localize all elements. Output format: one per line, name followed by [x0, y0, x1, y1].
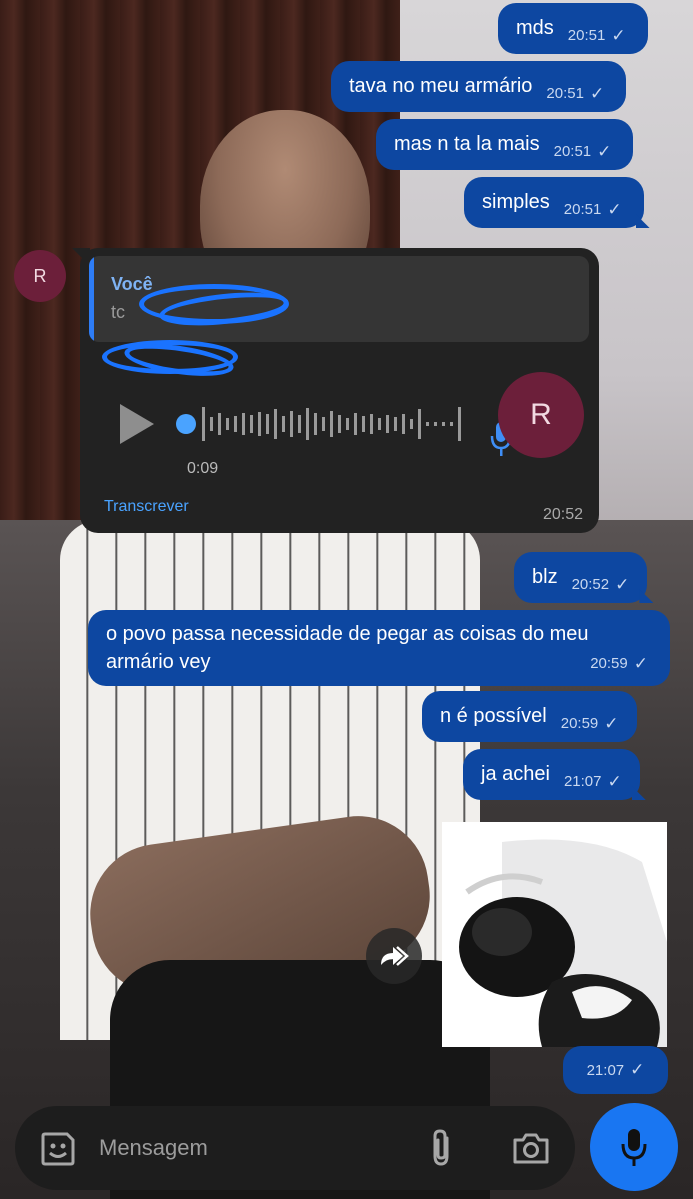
voice-sender-avatar: R [498, 372, 584, 458]
sent-check-icon: ✓ [589, 83, 605, 103]
message-text: ja achei [481, 763, 550, 785]
transcribe-button[interactable]: Transcrever [104, 498, 189, 516]
message-text: mas n ta la mais [394, 133, 540, 155]
message-meta: 20:52 ✓ [572, 575, 630, 595]
reply-quote-bar [89, 256, 94, 342]
forward-button[interactable] [366, 928, 422, 984]
camera-icon[interactable] [511, 1130, 551, 1166]
microphone-icon [621, 1129, 647, 1166]
message-text: mds [516, 17, 554, 39]
message-time: 20:51 [553, 143, 592, 160]
message-time: 20:59 [590, 655, 628, 672]
voice-message-bubble[interactable]: Você tc 0:09 R Transcrever 20:52 [80, 248, 599, 533]
message-time: 20:51 [567, 27, 606, 44]
message-meta: 20:59 ✓ [561, 714, 619, 734]
message-bubble-out[interactable]: o povo passa necessidade de pegar as coi… [88, 610, 670, 686]
message-text: n é possível [440, 705, 547, 727]
message-bubble-out[interactable]: ja achei 21:07 ✓ [463, 749, 640, 800]
sent-check-icon: ✓ [615, 574, 630, 594]
message-time: 21:07 [563, 773, 602, 790]
message-time: 20:51 [563, 201, 602, 218]
sticker-image[interactable] [442, 822, 667, 1047]
message-bubble-out[interactable]: mas n ta la mais 20:51 ✓ [376, 119, 634, 170]
sent-check-icon: ✓ [607, 199, 622, 219]
message-text: simples [482, 191, 550, 213]
reply-snippet: tc [111, 302, 126, 322]
message-meta: 20:59 ✓ [590, 650, 648, 678]
message-meta: 20:51 ✓ [568, 26, 626, 46]
message-text: blz [532, 566, 558, 588]
message-time: 20:59 [560, 715, 599, 732]
message-time: 20:51 [546, 85, 584, 102]
paperclip-icon[interactable] [427, 1128, 457, 1168]
play-icon[interactable] [120, 404, 154, 444]
message-bubble-out[interactable]: mds 20:51 ✓ [498, 3, 648, 54]
sent-check-icon: ✓ [597, 141, 612, 161]
sticker-meta: 21:07 ✓ [563, 1046, 668, 1094]
message-bubble-out[interactable]: tava no meu armário 20:51 ✓ [331, 61, 627, 112]
message-composer [15, 1106, 575, 1190]
message-bubble-out[interactable]: n é possível 20:59 ✓ [422, 691, 637, 742]
sent-check-icon: ✓ [604, 713, 619, 733]
message-time: 20:52 [571, 576, 610, 593]
message-time: 20:52 [542, 506, 583, 523]
message-meta: 20:51 ✓ [564, 200, 622, 220]
sent-check-icon: ✓ [633, 654, 648, 673]
reply-quote[interactable]: Você tc [89, 256, 589, 342]
audio-waveform[interactable] [202, 403, 472, 445]
message-text: o povo passa necessidade de pegar as coi… [106, 623, 589, 673]
sent-check-icon: ✓ [630, 1060, 645, 1079]
chat-area: mds 20:51 ✓ tava no meu armário 20:51 ✓ … [0, 0, 693, 1199]
message-bubble-out[interactable]: simples 20:51 ✓ [464, 177, 644, 228]
message-meta: 21:07 ✓ [564, 772, 622, 792]
sender-avatar[interactable]: R [14, 250, 66, 302]
sent-check-icon: ✓ [607, 771, 622, 791]
message-meta: 20:51 ✓ [546, 84, 604, 104]
sticker-cat-picture [442, 822, 667, 1047]
reply-author: Você [111, 274, 153, 294]
voice-record-button[interactable] [590, 1103, 678, 1191]
playback-position-handle[interactable] [176, 414, 196, 434]
message-bubble-out[interactable]: blz 20:52 ✓ [514, 552, 648, 603]
voice-duration: 0:09 [187, 460, 219, 477]
forward-icon [381, 946, 409, 966]
message-meta: 20:51 ✓ [554, 142, 612, 162]
message-text: tava no meu armário [349, 75, 533, 97]
sent-check-icon: ✓ [611, 25, 626, 45]
emoji-sticker-icon[interactable] [39, 1130, 77, 1168]
message-input[interactable] [99, 1128, 399, 1168]
message-time: 21:07 [586, 1061, 625, 1079]
